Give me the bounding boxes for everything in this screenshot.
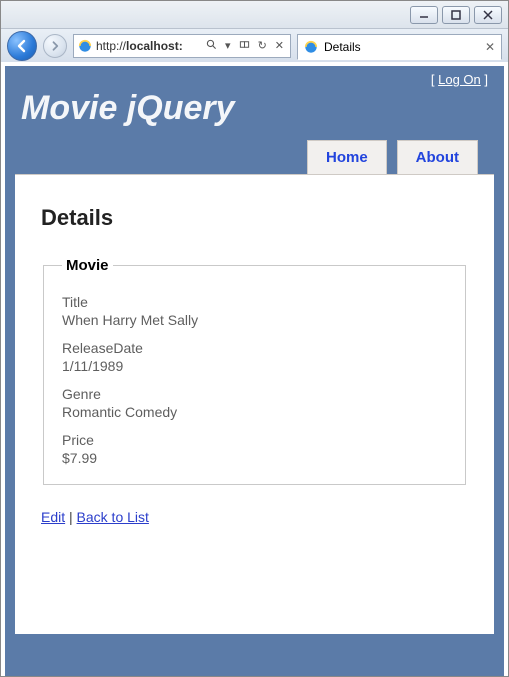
- nav-home[interactable]: Home: [307, 140, 387, 174]
- address-bar[interactable]: http://localhost: ▾ ↻ ✕: [73, 34, 291, 58]
- back-link[interactable]: Back to List: [77, 509, 149, 525]
- refresh-icon[interactable]: ↻: [256, 39, 269, 52]
- edit-link[interactable]: Edit: [41, 509, 65, 525]
- action-sep: |: [65, 509, 76, 525]
- page-title: Details: [41, 205, 468, 231]
- stop-icon[interactable]: ✕: [273, 39, 286, 52]
- browser-tab[interactable]: Details ✕: [297, 34, 502, 60]
- site-title: Movie jQuery: [21, 89, 488, 128]
- label-genre: Genre: [62, 386, 447, 402]
- site-header: [ Log On ] Movie jQuery Home About: [5, 66, 504, 174]
- page: [ Log On ] Movie jQuery Home About Detai…: [5, 66, 504, 676]
- main-panel: Details Movie Title When Harry Met Sally…: [15, 174, 494, 634]
- nav-about[interactable]: About: [397, 140, 478, 174]
- fieldset-legend: Movie: [62, 257, 113, 274]
- search-icon[interactable]: [204, 39, 219, 53]
- dropdown-icon[interactable]: ▾: [223, 39, 233, 52]
- compat-icon[interactable]: [237, 39, 252, 53]
- tab-title: Details: [324, 40, 361, 54]
- label-price: Price: [62, 432, 447, 448]
- value-title: When Harry Met Sally: [62, 312, 447, 328]
- label-release: ReleaseDate: [62, 340, 447, 356]
- browser-toolbar: http://localhost: ▾ ↻ ✕ Details ✕: [1, 29, 508, 63]
- url-text: http://localhost:: [96, 39, 200, 53]
- nav-back-button[interactable]: [7, 31, 37, 61]
- minimize-button[interactable]: [410, 6, 438, 24]
- value-release: 1/11/1989: [62, 358, 447, 374]
- ie-icon: [78, 39, 92, 53]
- logon-area: [ Log On ]: [21, 72, 488, 87]
- value-genre: Romantic Comedy: [62, 404, 447, 420]
- nav-tabs: Home About: [21, 140, 488, 174]
- actions-row: Edit | Back to List: [41, 509, 468, 525]
- viewport: [ Log On ] Movie jQuery Home About Detai…: [1, 62, 508, 676]
- maximize-button[interactable]: [442, 6, 470, 24]
- tab-close-icon[interactable]: ✕: [485, 40, 495, 54]
- value-price: $7.99: [62, 450, 447, 466]
- label-title: Title: [62, 294, 447, 310]
- logon-link[interactable]: Log On: [438, 72, 481, 87]
- window-close-button[interactable]: [474, 6, 502, 24]
- window-titlebar: [1, 1, 508, 29]
- ie-icon: [304, 40, 318, 54]
- nav-forward-button[interactable]: [43, 34, 67, 58]
- movie-fieldset: Movie Title When Harry Met Sally Release…: [43, 257, 466, 485]
